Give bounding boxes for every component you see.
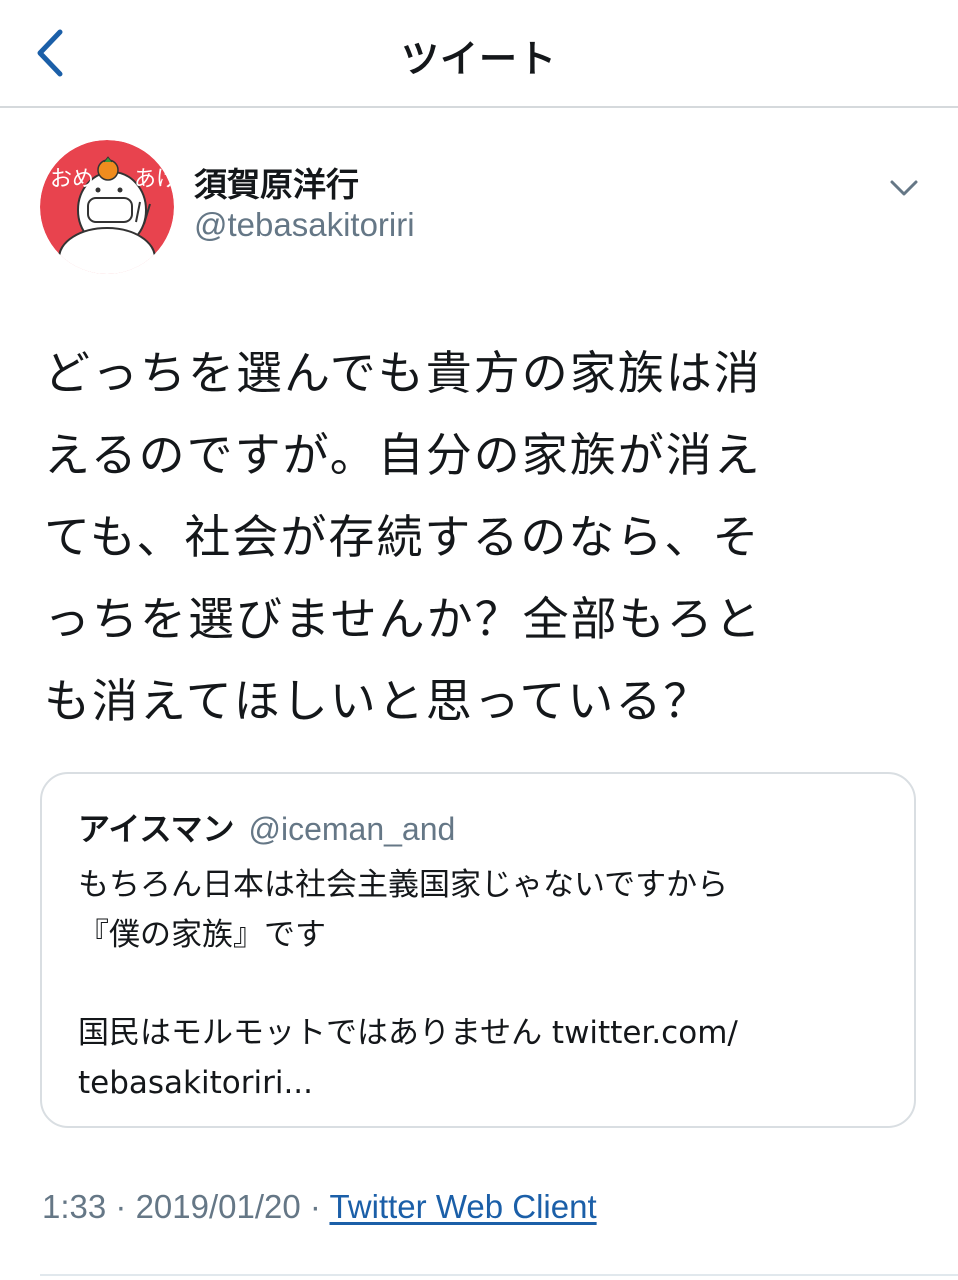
tweet-time: 1:33	[42, 1188, 107, 1225]
quoted-text-line: 『僕の家族』です	[78, 917, 326, 953]
author-avatar[interactable]: おめ あけ	[40, 140, 174, 274]
quoted-author-handle: @iceman_and	[248, 811, 456, 847]
quoted-author-name: アイスマン	[78, 810, 235, 848]
tweet-date: 2019/01/20	[135, 1188, 301, 1225]
tweet-text-line: どっちを選んでも貴方の家族は消	[44, 346, 762, 400]
divider	[40, 1274, 958, 1276]
quoted-text-line: もちろん日本は社会主義国家じゃないですから	[78, 867, 729, 903]
quoted-text-line: 国民はモルモットではありません twitter.com/	[78, 1015, 738, 1051]
tweet-text-line: えるのですが。自分の家族が消え	[44, 428, 762, 482]
tweet-text-line: ても、社会が存続するのなら、そ	[44, 510, 761, 564]
tweet-options-button[interactable]	[884, 168, 924, 208]
chevron-down-icon	[890, 180, 918, 196]
tweet-source-link[interactable]: Twitter Web Client	[329, 1188, 596, 1225]
quoted-tweet-card[interactable]: アイスマン @iceman_and もちろん日本は社会主義国家じゃないですから 『…	[40, 772, 916, 1128]
quoted-tweet-header: アイスマン @iceman_and	[78, 804, 455, 850]
tweet-meta: 1:33 · 2019/01/20 · Twitter Web Client	[42, 1188, 597, 1226]
tweet-text: どっちを選んでも貴方の家族は消 えるのですが。自分の家族が消え ても、社会が存続…	[44, 332, 924, 742]
top-nav-bar: ツイート	[0, 0, 958, 108]
avatar-text-left: おめ	[50, 167, 94, 192]
tweet-text-line: っちを選びませんか？全部もろと	[44, 592, 763, 646]
avatar-text-right: あけ	[134, 167, 174, 192]
quoted-tweet-text: もちろん日本は社会主義国家じゃないですから 『僕の家族』です 国民はモルモットで…	[78, 860, 878, 1108]
author-name[interactable]: 須賀原洋行	[194, 158, 359, 206]
meta-separator: ·	[300, 1188, 330, 1225]
author-handle[interactable]: @tebasakitoriri	[194, 206, 415, 244]
quoted-text-line: tebasakitoriri...	[78, 1065, 314, 1101]
tweet-text-line: も消えてほしいと思っている？	[44, 674, 712, 728]
page-title: ツイート	[400, 37, 557, 81]
meta-separator: ·	[106, 1188, 136, 1225]
